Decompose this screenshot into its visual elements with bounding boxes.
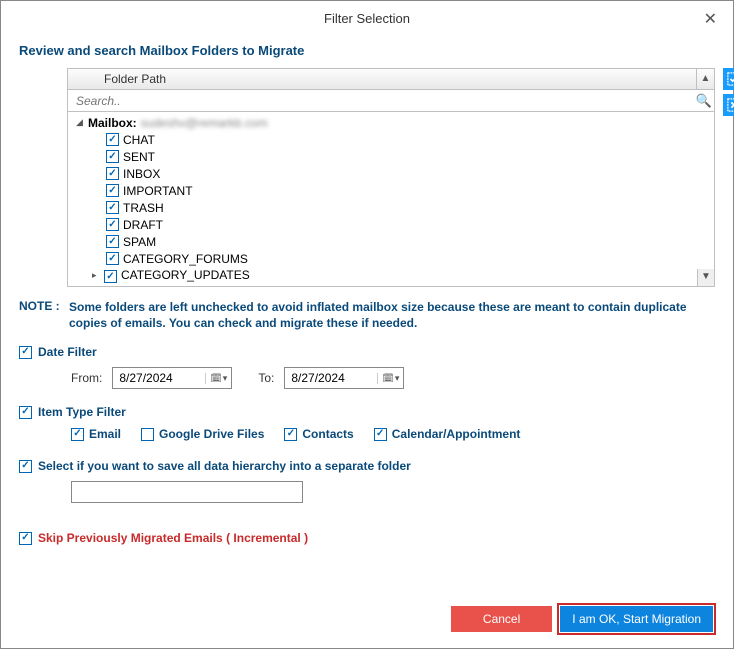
folder-tree: ◢ Mailbox: sudeshv@remarkb.com CHAT SENT I… xyxy=(67,112,715,287)
hierarchy-checkbox[interactable] xyxy=(19,460,32,473)
tree-item[interactable]: SENT xyxy=(68,148,714,165)
item-type-checkbox[interactable] xyxy=(374,428,387,441)
skip-checkbox[interactable] xyxy=(19,532,32,545)
tree-item-checkbox[interactable] xyxy=(104,270,117,283)
cancel-button[interactable]: Cancel xyxy=(451,606,552,632)
tree-item-checkbox[interactable] xyxy=(106,218,119,231)
hierarchy-label: Select if you want to save all data hier… xyxy=(38,459,411,473)
tree-item[interactable]: ▸ CATEGORY_UPDATES xyxy=(68,267,714,284)
tree-item-label: DRAFT xyxy=(123,218,163,232)
skip-label: Skip Previously Migrated Emails ( Increm… xyxy=(38,531,308,545)
tree-item[interactable]: IMPORTANT xyxy=(68,182,714,199)
tree-item-label: CHAT xyxy=(123,133,155,147)
item-type-filter-checkbox[interactable] xyxy=(19,406,32,419)
folder-column-header[interactable]: Folder Path ▲ xyxy=(67,68,715,90)
item-type-option[interactable]: Calendar/Appointment xyxy=(374,427,521,441)
item-type-option[interactable]: Email xyxy=(71,427,121,441)
skip-section: Skip Previously Migrated Emails ( Increm… xyxy=(19,531,715,545)
folder-path-header-label: Folder Path xyxy=(68,69,696,89)
collapse-icon[interactable]: ◢ xyxy=(76,117,88,128)
root-account: sudeshv@remarkb.com xyxy=(141,116,268,130)
close-icon[interactable]: ✕ xyxy=(698,9,723,29)
date-filter-checkbox[interactable] xyxy=(19,346,32,359)
date-to-input[interactable]: 8/27/2024 🗓▾ xyxy=(284,367,404,389)
search-icon[interactable]: 🔍 xyxy=(694,93,714,109)
note-label: NOTE : xyxy=(19,299,69,331)
date-to-value: 8/27/2024 xyxy=(285,371,377,385)
item-type-checkbox[interactable] xyxy=(284,428,297,441)
date-from-input[interactable]: 8/27/2024 🗓▾ xyxy=(112,367,232,389)
tree-item-label: TRASH xyxy=(123,201,164,215)
item-type-checkbox[interactable] xyxy=(71,428,84,441)
tree-item[interactable]: DRAFT xyxy=(68,216,714,233)
tree-item[interactable]: INBOX xyxy=(68,165,714,182)
root-label: Mailbox: xyxy=(88,116,137,130)
item-type-filter-section: Item Type Filter Email Google Drive Files… xyxy=(19,405,715,441)
date-to-label: To: xyxy=(258,371,274,385)
calendar-icon[interactable]: 🗓▾ xyxy=(205,373,231,384)
expand-icon[interactable]: ▸ xyxy=(92,270,104,281)
tree-item-checkbox[interactable] xyxy=(106,167,119,180)
tree-item-label: IMPORTANT xyxy=(123,184,193,198)
tree-item-label: SPAM xyxy=(123,235,156,249)
review-label: Review and search Mailbox Folders to Mig… xyxy=(19,43,715,58)
scroll-up-icon[interactable]: ▲ xyxy=(696,69,714,89)
tree-item-checkbox[interactable] xyxy=(106,133,119,146)
note-text: Some folders are left unchecked to avoid… xyxy=(69,299,715,331)
start-migration-button[interactable]: I am OK, Start Migration xyxy=(560,606,713,632)
date-filter-section: Date Filter From: 8/27/2024 🗓▾ To: 8/27/… xyxy=(19,345,715,389)
dialog-footer: Cancel I am OK, Start Migration xyxy=(451,606,713,632)
tree-item[interactable]: CHAT xyxy=(68,131,714,148)
item-type-checkbox[interactable] xyxy=(141,428,154,441)
folder-search-input[interactable] xyxy=(68,94,694,108)
item-type-label: Google Drive Files xyxy=(159,427,264,441)
tree-item-checkbox[interactable] xyxy=(106,235,119,248)
tree-item-label: CATEGORY_FORUMS xyxy=(123,252,248,266)
item-type-option[interactable]: Contacts xyxy=(284,427,353,441)
tree-item[interactable]: TRASH xyxy=(68,199,714,216)
hierarchy-folder-input[interactable] xyxy=(71,481,303,503)
tree-item-checkbox[interactable] xyxy=(106,184,119,197)
scroll-down-icon[interactable]: ▼ xyxy=(697,269,715,287)
uncheck-all-button[interactable] xyxy=(723,94,734,116)
hierarchy-section: Select if you want to save all data hier… xyxy=(19,459,715,503)
item-type-label: Email xyxy=(89,427,121,441)
tree-item[interactable]: SPAM xyxy=(68,233,714,250)
note-row: NOTE : Some folders are left unchecked t… xyxy=(19,299,715,331)
check-all-icon xyxy=(727,72,734,86)
tree-root[interactable]: ◢ Mailbox: sudeshv@remarkb.com xyxy=(68,114,714,131)
folder-search-row: 🔍 xyxy=(67,90,715,112)
dialog-title: Filter Selection xyxy=(1,1,733,37)
tree-item-checkbox[interactable] xyxy=(106,201,119,214)
date-from-value: 8/27/2024 xyxy=(113,371,205,385)
tree-item[interactable]: CATEGORY_FORUMS xyxy=(68,250,714,267)
folder-tree-container: Folder Path ▲ 🔍 ◢ Mailbox: sudeshv@remar… xyxy=(67,68,715,287)
calendar-icon[interactable]: 🗓▾ xyxy=(377,373,403,384)
date-filter-label: Date Filter xyxy=(38,345,97,359)
item-type-option[interactable]: Google Drive Files xyxy=(141,427,264,441)
tree-item-checkbox[interactable] xyxy=(106,252,119,265)
item-type-label: Calendar/Appointment xyxy=(392,427,521,441)
item-type-label: Contacts xyxy=(302,427,353,441)
tree-item-label: SENT xyxy=(123,150,155,164)
uncheck-all-icon xyxy=(727,98,734,112)
check-all-button[interactable] xyxy=(723,68,734,90)
item-type-filter-label: Item Type Filter xyxy=(38,405,126,419)
tree-item-label: CATEGORY_UPDATES xyxy=(121,268,250,282)
filter-selection-dialog: Filter Selection ✕ Review and search Mai… xyxy=(0,0,734,649)
date-from-label: From: xyxy=(71,371,102,385)
tree-item-label: INBOX xyxy=(123,167,160,181)
tree-item-checkbox[interactable] xyxy=(106,150,119,163)
